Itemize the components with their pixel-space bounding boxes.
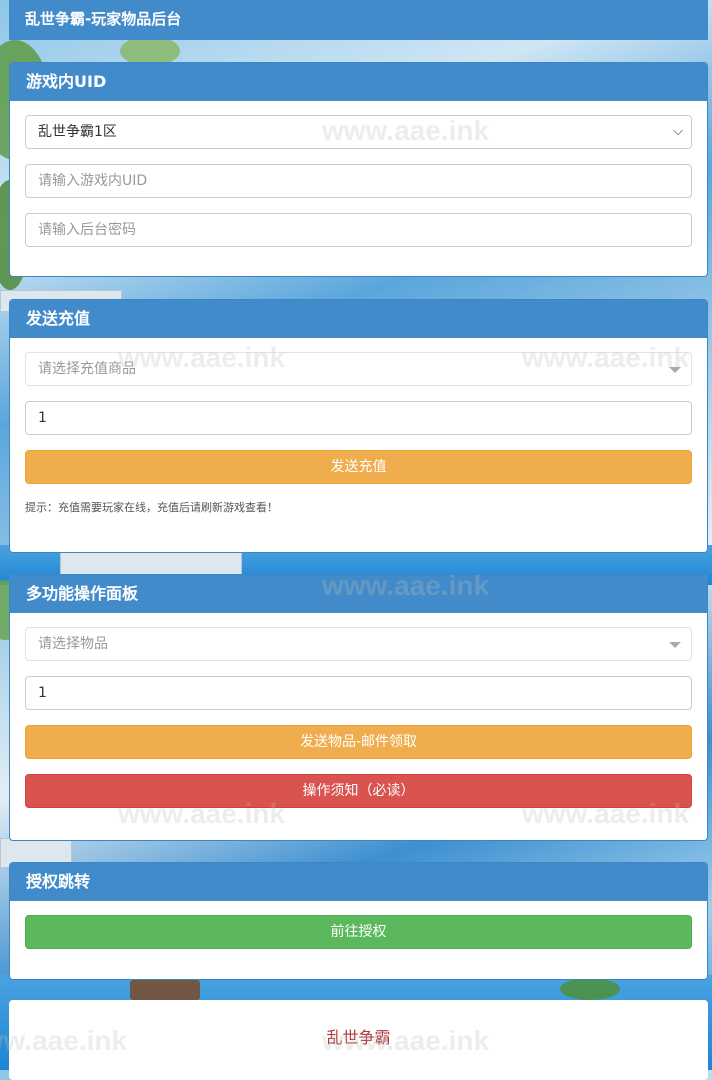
send-item-mail-button[interactable]: 发送物品-邮件领取 bbox=[25, 725, 692, 759]
recharge-quantity-input[interactable] bbox=[25, 401, 692, 435]
auth-panel-title: 授权跳转 bbox=[10, 863, 707, 901]
app-title-bar: 乱世争霸-玩家物品后台 bbox=[9, 0, 708, 40]
dropdown-arrow-icon bbox=[669, 367, 681, 373]
go-authorize-button[interactable]: 前往授权 bbox=[25, 915, 692, 949]
multi-function-panel: 多功能操作面板 请选择物品 发送物品-邮件领取 操作须知（必读） bbox=[9, 574, 708, 841]
footer-brand: 乱世争霸 bbox=[326, 1028, 391, 1047]
footer-box: 乱世争霸 bbox=[9, 1000, 708, 1080]
uid-panel: 游戏内UID 乱世争霸1区 ⌵ bbox=[9, 62, 708, 277]
recharge-product-select[interactable]: 请选择充值商品 bbox=[25, 352, 692, 386]
recharge-panel: 发送充值 请选择充值商品 发送充值 提示：充值需要玩家在线，充值后请刷新游戏查看… bbox=[9, 299, 708, 553]
recharge-panel-title: 发送充值 bbox=[10, 300, 707, 338]
dropdown-arrow-icon bbox=[669, 642, 681, 648]
item-quantity-input[interactable] bbox=[25, 676, 692, 710]
uid-input[interactable] bbox=[25, 164, 692, 198]
recharge-product-placeholder: 请选择充值商品 bbox=[38, 361, 136, 377]
app-title: 乱世争霸-玩家物品后台 bbox=[25, 10, 182, 28]
server-select[interactable]: 乱世争霸1区 ⌵ bbox=[25, 115, 692, 149]
uid-panel-title: 游戏内UID bbox=[10, 63, 707, 101]
recharge-hint: 提示：充值需要玩家在线，充值后请刷新游戏查看！ bbox=[25, 501, 278, 514]
item-select-placeholder: 请选择物品 bbox=[38, 636, 108, 652]
item-select[interactable]: 请选择物品 bbox=[25, 627, 692, 661]
chevron-down-icon: ⌵ bbox=[673, 124, 683, 139]
password-input[interactable] bbox=[25, 213, 692, 247]
server-select-value: 乱世争霸1区 bbox=[38, 124, 117, 140]
auth-panel: 授权跳转 前往授权 bbox=[9, 862, 708, 980]
operation-notice-button[interactable]: 操作须知（必读） bbox=[25, 774, 692, 808]
multi-panel-title: 多功能操作面板 bbox=[10, 575, 707, 613]
send-recharge-button[interactable]: 发送充值 bbox=[25, 450, 692, 484]
